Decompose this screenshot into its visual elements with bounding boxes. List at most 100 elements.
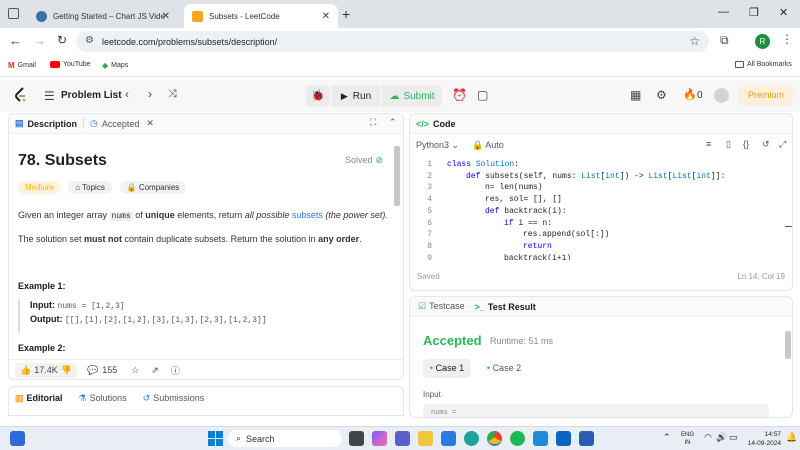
case-1-button[interactable]: • Case 1 xyxy=(423,359,471,378)
leetcode-logo-icon[interactable] xyxy=(14,87,28,103)
all-bookmarks[interactable]: All Bookmarks xyxy=(735,61,792,68)
tab-accepted[interactable]: ◷ Accepted ✕ xyxy=(90,118,154,129)
topics-tag[interactable]: ⌂ Topics xyxy=(68,181,112,194)
address-bar[interactable]: ⚙ leetcode.com/problems/subsets/descript… xyxy=(76,31,709,52)
reset-icon[interactable]: ↺ xyxy=(762,139,770,150)
bookmark-star-icon[interactable]: ☆ xyxy=(689,34,700,48)
code-tab[interactable]: </> Code xyxy=(416,119,456,129)
favorite-star-icon[interactable]: ☆ xyxy=(131,365,139,376)
expand-icon[interactable]: ⛶ xyxy=(370,117,376,128)
reload-icon[interactable]: ↻ xyxy=(57,33,67,47)
language-select[interactable]: Python3 ⌄ xyxy=(416,140,459,151)
alarm-icon[interactable]: ⏰ xyxy=(452,88,467,102)
file-explorer-icon[interactable] xyxy=(418,431,433,446)
meet-icon[interactable] xyxy=(349,431,364,446)
close-icon[interactable]: ✕ xyxy=(146,118,154,129)
close-icon[interactable]: ✕ xyxy=(322,11,330,22)
spotify-icon[interactable] xyxy=(510,431,525,446)
user-avatar[interactable] xyxy=(714,88,729,103)
collapse-icon[interactable]: ⌃ xyxy=(389,117,397,128)
tab-search-icon[interactable] xyxy=(8,8,19,19)
notes-icon[interactable]: ▢ xyxy=(477,88,488,102)
close-icon[interactable]: ✕ xyxy=(162,11,170,22)
problem-list-icon[interactable]: ☰ xyxy=(44,89,55,103)
tray-chevron-icon[interactable]: ⌃ xyxy=(663,432,671,443)
test-scrollbar[interactable] xyxy=(785,331,791,359)
browser-tab-leetcode[interactable]: Subsets - LeetCode ✕ xyxy=(184,4,338,28)
language-label: Python3 xyxy=(416,140,450,150)
next-problem-icon[interactable]: › xyxy=(148,87,152,101)
back-arrow-icon[interactable]: ← xyxy=(9,33,22,48)
taskbar-search[interactable]: ⌕ Search xyxy=(228,430,342,447)
case-2-button[interactable]: • Case 2 xyxy=(480,359,528,378)
browser-menu-icon[interactable]: ⋮ xyxy=(781,32,793,46)
widgets-icon[interactable] xyxy=(10,431,25,446)
companies-tag[interactable]: 🔒 Companies xyxy=(119,181,187,194)
chrome-icon[interactable] xyxy=(487,431,502,446)
wifi-icon[interactable]: ◠ xyxy=(704,432,712,443)
bookmark-icon[interactable]: ▯ xyxy=(726,139,731,150)
forward-arrow-icon[interactable]: → xyxy=(33,33,46,48)
subsets-link[interactable]: subsets xyxy=(292,210,323,220)
description-scrollbar[interactable] xyxy=(394,146,400,206)
thumbs-down-icon[interactable]: 👎 xyxy=(61,365,72,376)
bookmark-maps[interactable]: ◆ Maps xyxy=(102,61,128,70)
submit-button[interactable]: ☁ Submit xyxy=(382,85,442,107)
line-number: 4 xyxy=(427,195,432,205)
battery-icon[interactable]: ▭ xyxy=(729,432,738,443)
share-icon[interactable]: ⇗ xyxy=(151,365,159,376)
fullscreen-icon[interactable]: ⤢ xyxy=(779,139,786,150)
language-indicator[interactable]: ENG IN xyxy=(681,431,694,447)
vscode-icon[interactable] xyxy=(533,431,548,446)
tab-testcase[interactable]: ☑ Testcase xyxy=(418,301,465,312)
word-icon[interactable] xyxy=(579,431,594,446)
help-icon[interactable]: ⓘ xyxy=(171,364,180,377)
case-label: Case 2 xyxy=(492,363,522,373)
problem-list-link[interactable]: Problem List xyxy=(61,90,122,101)
tab-description[interactable]: ▤ Description xyxy=(15,118,77,129)
comments-button[interactable]: 💬 155 xyxy=(87,365,117,376)
test-panel-tabs: ☑ Testcase >_ Test Result xyxy=(410,297,792,317)
volume-icon[interactable]: 🔊 xyxy=(716,432,727,443)
prev-problem-icon[interactable]: ‹ xyxy=(125,87,129,101)
code-text: def subsets(self, nums: List[int]) -> Li… xyxy=(466,172,725,181)
like-button[interactable]: 👍 17.4K 👎 xyxy=(15,362,77,378)
browser-tab-chartjs[interactable]: Getting Started – Chart JS Video Guid ✕ xyxy=(28,4,178,28)
restore-icon[interactable]: ❐ xyxy=(749,6,759,19)
tab-submissions[interactable]: ↺ Submissions xyxy=(143,393,205,404)
code-editor[interactable]: 1 class Solution: 2 def subsets(self, nums:… xyxy=(410,160,792,260)
example-1-block: Input: nums = [1,2,3] Output: [[],[1],[2… xyxy=(18,299,393,333)
run-button[interactable]: ▶ Run xyxy=(332,85,380,107)
settings-gear-icon[interactable]: ⚙ xyxy=(656,88,667,102)
extensions-icon[interactable]: ⧉ xyxy=(720,33,729,48)
profile-avatar[interactable]: R xyxy=(755,34,770,49)
desc-text: contain duplicate subsets. Return the so… xyxy=(122,234,319,244)
debug-button[interactable]: 🐞 xyxy=(306,85,330,107)
bookmark-gmail[interactable]: M Gmail xyxy=(8,61,36,70)
auto-mode[interactable]: 🔒 Auto xyxy=(472,140,504,151)
tab-label: Test Result xyxy=(487,301,536,312)
braces-icon[interactable]: {} xyxy=(743,139,749,149)
tab-test-result[interactable]: >_ Test Result xyxy=(475,302,536,312)
tab-solutions[interactable]: ⚗ Solutions xyxy=(79,393,127,404)
streak-fire-icon[interactable]: 🔥 xyxy=(683,88,697,101)
difficulty-tag[interactable]: Medium xyxy=(18,181,61,194)
copilot-icon[interactable] xyxy=(372,431,387,446)
premium-button[interactable]: Premium xyxy=(739,85,793,106)
notification-bell-icon[interactable]: 🔔 xyxy=(786,432,797,443)
new-tab-plus-icon[interactable]: + xyxy=(342,6,350,22)
window-close-icon[interactable]: ✕ xyxy=(779,6,788,19)
site-settings-icon[interactable]: ⚙ xyxy=(85,35,94,46)
bookmark-youtube[interactable]: YouTube xyxy=(50,61,91,68)
layout-icon[interactable]: ▦ xyxy=(630,88,641,102)
format-icon[interactable]: ≡ xyxy=(706,139,711,149)
minimize-icon[interactable]: — xyxy=(718,6,729,18)
windows-start-icon[interactable] xyxy=(208,431,223,446)
store-icon[interactable] xyxy=(441,431,456,446)
teams-icon[interactable] xyxy=(395,431,410,446)
shuffle-icon[interactable]: ⤨ xyxy=(168,88,177,101)
outlook-icon[interactable] xyxy=(556,431,571,446)
edge-icon[interactable] xyxy=(464,431,479,446)
clock[interactable]: 14:57 14-09-2024 xyxy=(743,430,781,448)
tab-editorial[interactable]: ▥ Editorial xyxy=(15,393,63,404)
